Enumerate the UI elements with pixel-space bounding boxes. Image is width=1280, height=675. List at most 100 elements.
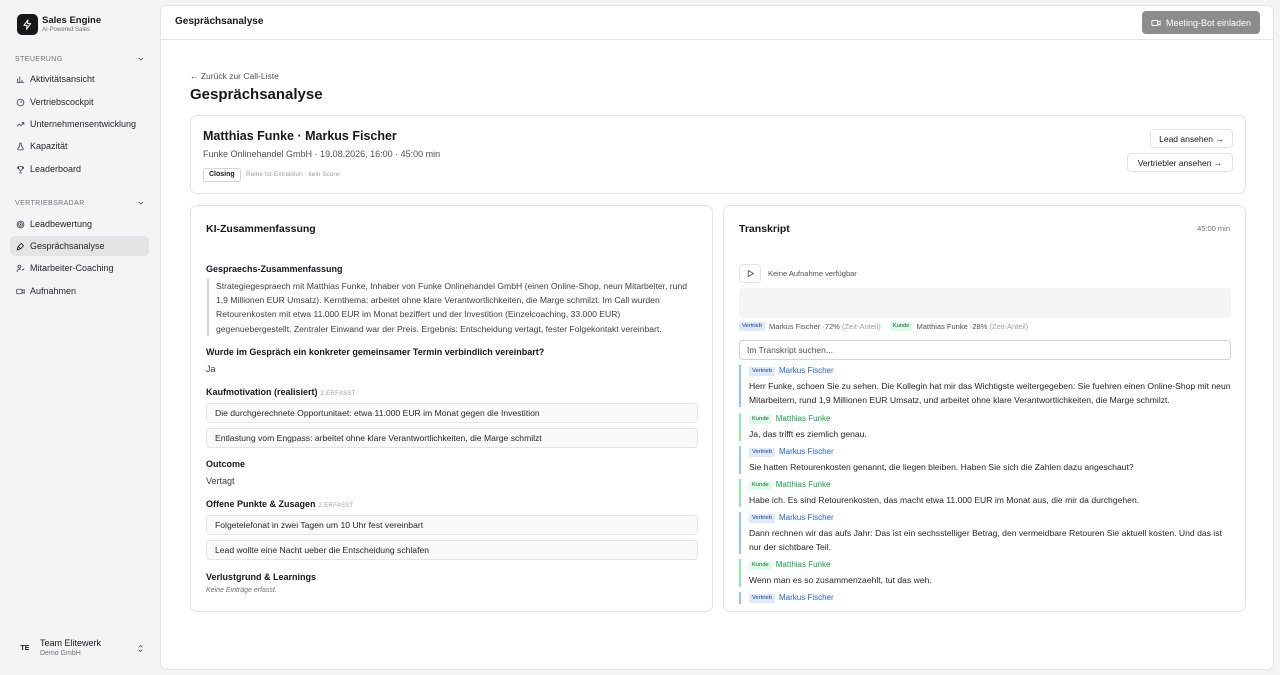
no-recording-text: Keine Aufnahme verfügbar <box>768 269 857 278</box>
loss-reason-empty: Keine Einträge erfasst. <box>206 587 277 594</box>
motivation-count: 2 ERFASST <box>320 391 356 397</box>
brand-name: Sales Engine <box>42 15 102 26</box>
overview-text: Strategiegespraech mit Matthias Funke, I… <box>207 279 697 336</box>
call-phase-tag: Closing <box>203 168 241 182</box>
message-text: Dann rechnen wir das aufs Jahr: Das ist … <box>749 528 1222 553</box>
waveform-placeholder <box>739 288 1231 318</box>
sidebar-item-leaderboard[interactable]: Leaderboard <box>10 159 149 179</box>
back-to-call-list-link[interactable]: ← Zurück zur Call-Liste <box>190 71 279 81</box>
target-icon <box>16 220 25 228</box>
message-text: Habe ich. Es sind Retourenkosten, das ma… <box>749 495 1140 505</box>
topbar-title: Gesprächsanalyse <box>175 16 264 27</box>
open-items-label-text: Offene Punkte & Zusagen <box>206 499 316 509</box>
customer-share-suffix: (Zeit-Anteil) <box>989 322 1029 331</box>
sidebar-item-label: Leaderboard <box>30 164 82 174</box>
sidebar-item-label: Leadbewertung <box>30 219 93 229</box>
role-badge-vertrieb: Vertrieb <box>739 322 765 331</box>
transcript-message: Vertrieb Markus Fischer Sie hatten Retour… <box>739 446 1231 475</box>
open-item: Folgetelefonat in zwei Tagen um 10 Uhr f… <box>206 515 698 535</box>
sidebar-item-aktivitaetsansicht[interactable]: Aktivitätsansicht <box>10 69 149 89</box>
transcript-title: Transkript <box>739 223 790 235</box>
speaker-name: Markus Fischer <box>778 366 834 375</box>
sidebar: Sales Engine AI-Powered Sales STEUERUNG … <box>0 0 160 675</box>
speaker-name: Markus Fischer <box>778 447 834 456</box>
avatar: TE <box>15 638 35 658</box>
extraction-note: Reine Ist-Extraktion · kein Score <box>246 171 340 178</box>
speaker-name: Matthias Funke <box>775 480 831 489</box>
sidebar-item-label: Gesprächsanalyse <box>30 241 105 251</box>
sidebar-item-mitarbeiter-coaching[interactable]: Mitarbeiter-Coaching <box>10 258 149 278</box>
section-steuerung-toggle[interactable]: STEUERUNG <box>15 55 145 63</box>
message-text: Wenn man es so zusammenzaehlt, tut das w… <box>749 575 932 585</box>
sidebar-item-label: Mitarbeiter-Coaching <box>30 263 114 273</box>
section-vertriebsradar-toggle[interactable]: VERTRIEBSRADAR <box>15 199 145 207</box>
rep-share-suffix: (Zeit-Anteil) <box>841 322 881 331</box>
team-switcher[interactable]: TE Team Elitewerk Demo GmbH <box>15 638 145 658</box>
transcript-card: Transkript 45:00 min Keine Aufnahme verf… <box>723 205 1246 612</box>
sidebar-item-gespraechsanalyse[interactable]: Gesprächsanalyse <box>10 236 149 256</box>
gauge-icon <box>16 98 25 106</box>
transcript-message: Kunde Matthias Funke Wenn man es so zusam… <box>739 559 1231 588</box>
sidebar-item-kapazitaet[interactable]: Kapazität <box>10 136 149 156</box>
flask-icon <box>17 142 24 150</box>
role-badge: Vertrieb <box>749 593 775 603</box>
transcript-duration: 45:00 min <box>1197 224 1230 233</box>
open-item: Lead wollte eine Nacht ueber die Entsche… <box>206 540 698 560</box>
role-badge: Vertrieb <box>749 447 775 457</box>
play-button[interactable] <box>739 264 761 283</box>
mic-icon <box>16 242 25 251</box>
sidebar-item-vertriebscockpit[interactable]: Vertriebscockpit <box>10 92 149 112</box>
role-badge: Kunde <box>749 480 772 490</box>
team-company: Demo GmbH <box>40 650 81 657</box>
call-header-card: Matthias Funke · Markus Fischer Funke On… <box>190 115 1246 194</box>
sidebar-item-unternehmensentwicklung[interactable]: Unternehmensentwicklung <box>10 114 149 134</box>
call-meta: Funke Onlinehandel GmbH · 19.08.2026, 16… <box>203 149 441 159</box>
ai-summary-card: KI-Zusammenfassung Gespraechs-Zusammenfa… <box>190 205 713 612</box>
lightning-logo-icon <box>17 14 38 35</box>
view-sales-rep-button[interactable]: Vertriebler ansehen → <box>1127 153 1233 172</box>
loss-reason-label: Verlustgrund & Learnings <box>206 572 317 582</box>
page-title: Gesprächsanalyse <box>190 86 323 103</box>
message-text: Ja, das trifft es ziemlich genau. <box>749 429 867 439</box>
motivation-label-text: Kaufmotivation (realisiert) <box>206 387 318 397</box>
section-label: STEUERUNG <box>15 55 63 63</box>
appointment-question: Wurde im Gespräch ein konkreter gemeinsa… <box>206 347 545 357</box>
sidebar-item-label: Vertriebscockpit <box>30 97 94 107</box>
open-items-count: 2 ERFASST <box>318 503 354 509</box>
sidebar-item-label: Unternehmensentwicklung <box>30 119 137 129</box>
transcript-search-input[interactable] <box>739 340 1231 360</box>
invite-meeting-bot-button[interactable]: Meeting-Bot einladen <box>1142 11 1260 34</box>
appointment-answer: Ja <box>206 364 216 374</box>
bar-chart-icon <box>16 76 25 83</box>
speaker-name: Markus Fischer <box>778 513 834 522</box>
chevron-down-icon <box>138 57 144 61</box>
message-text: Herr Funke, schoen Sie zu sehen. Die Kol… <box>749 381 1231 406</box>
transcript-message: Kunde Matthias Funke Habe ich. Es sind Re… <box>739 479 1231 508</box>
video-icon <box>1151 19 1161 26</box>
transcript-message: Vertrieb Markus Fischer <box>739 592 1231 604</box>
speaker-share-row: Vertrieb Markus Fischer · 72% (Zeit-Antei… <box>739 322 1028 331</box>
view-lead-button[interactable]: Lead ansehen → <box>1150 129 1233 148</box>
customer-name: Matthias Funke <box>916 322 968 331</box>
role-badge: Vertrieb <box>749 513 775 523</box>
speaker-name: Markus Fischer <box>778 593 834 602</box>
brand[interactable]: Sales Engine AI-Powered Sales <box>17 14 101 35</box>
transcript-message: Vertrieb Markus Fischer Dann rechnen wir … <box>739 512 1231 555</box>
main-panel: Gesprächsanalyse Meeting-Bot einladen ← … <box>160 5 1274 670</box>
open-items-label: Offene Punkte & Zusagen 2 ERFASST <box>206 499 354 509</box>
bot-button-label: Meeting-Bot einladen <box>1165 17 1252 28</box>
role-badge: Kunde <box>749 560 772 570</box>
motivation-item: Die durchgerechnete Opportunitaet: etwa … <box>206 403 698 423</box>
speaker-name: Matthias Funke <box>775 560 831 569</box>
transcript-message: Vertrieb Markus Fischer Herr Funke, schoe… <box>739 365 1231 408</box>
overview-label: Gespraechs-Zusammenfassung <box>206 264 343 274</box>
role-badge: Kunde <box>749 414 772 424</box>
sidebar-item-leadbewertung[interactable]: Leadbewertung <box>10 214 149 234</box>
rep-share: 72% <box>824 322 840 331</box>
chevron-down-icon <box>138 201 144 205</box>
sidebar-item-label: Aktivitätsansicht <box>30 74 95 84</box>
trending-up-icon <box>16 121 25 127</box>
sidebar-item-aufnahmen[interactable]: Aufnahmen <box>10 281 149 301</box>
team-name: Team Elitewerk <box>40 638 102 648</box>
sidebar-item-label: Aufnahmen <box>30 286 77 296</box>
